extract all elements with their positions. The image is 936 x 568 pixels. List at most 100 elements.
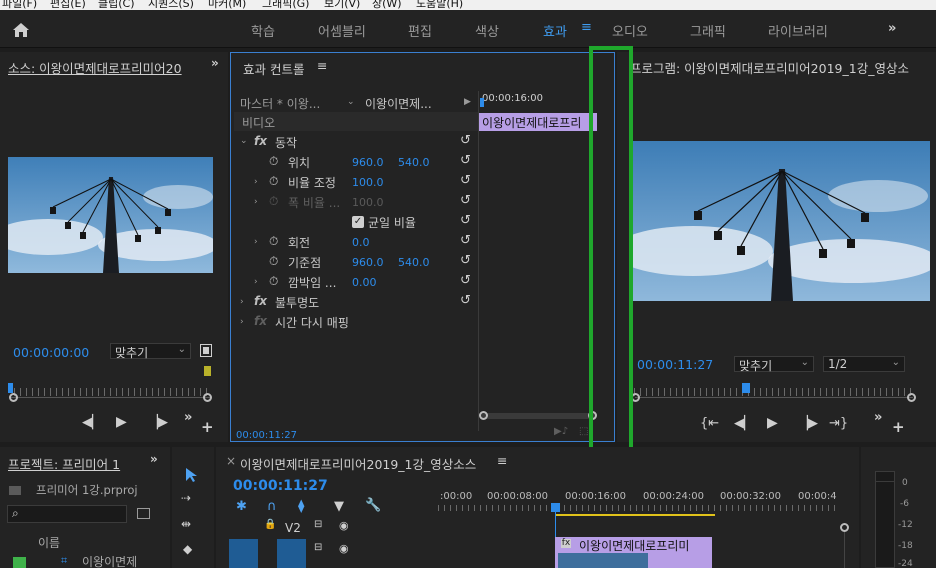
source-timecode[interactable]: 00:00:00:00 [13, 345, 89, 360]
menu-edit[interactable]: 편집(E) [50, 0, 86, 10]
effect-motion-row[interactable]: ⌄ fx 동작 ↺ [234, 132, 478, 151]
workspace-tab-libraries[interactable]: 라이브러리 [768, 21, 828, 40]
linked-selection-icon[interactable]: ⧫ [298, 499, 304, 514]
effect-scroll-start-handle[interactable] [479, 411, 488, 420]
workspace-tab-graphics[interactable]: 그래픽 [690, 21, 726, 40]
menu-help[interactable]: 도움말(H) [416, 0, 463, 10]
chevron-right-icon[interactable]: › [240, 297, 244, 307]
timeline-zoom-handle[interactable] [840, 523, 849, 532]
fx-icon[interactable]: fx [254, 294, 267, 308]
new-bin-icon[interactable] [137, 508, 150, 519]
add-button-icon[interactable]: + [201, 418, 214, 436]
home-icon[interactable] [12, 22, 30, 38]
play-clip-icon[interactable]: ▶ [464, 97, 471, 107]
workspace-tab-color[interactable]: 색상 [475, 21, 499, 40]
reset-icon[interactable]: ↺ [460, 153, 471, 168]
stopwatch-icon[interactable]: ⏱ [269, 174, 278, 189]
eye-icon[interactable]: ◉ [339, 519, 349, 532]
program-monitor-title[interactable]: 프로그램: 이왕이면제대로프리미어2019_1강_영상소 [630, 58, 930, 77]
timeline-title[interactable]: 이왕이면제대로프리미어2019_1강_영상소스 [240, 454, 476, 473]
scale-value[interactable]: 100.0 [352, 176, 384, 189]
filter-icon[interactable]: ▶♪ [554, 426, 568, 437]
reset-icon[interactable]: ↺ [460, 133, 471, 148]
menu-graphics[interactable]: 그래픽(G) [262, 0, 309, 10]
effect-opacity-row[interactable]: › fx 불투명도 ↺ [234, 292, 478, 311]
snap-icon[interactable]: ✱ [236, 499, 247, 514]
flicker-value[interactable]: 0.00 [352, 276, 377, 289]
timeline-timecode[interactable]: 00:00:11:27 [233, 478, 328, 494]
reset-icon[interactable]: ↺ [460, 173, 471, 188]
source-playhead[interactable] [8, 383, 13, 393]
sync-lock-icon[interactable]: ⊟ [314, 542, 322, 553]
program-time-ruler[interactable] [634, 388, 912, 396]
sync-lock-icon[interactable]: ⊟ [314, 519, 322, 530]
source-monitor-title[interactable]: 소스: 이왕이면제대로프리미어20 [8, 58, 190, 77]
reset-icon[interactable]: ↺ [460, 233, 471, 248]
menu-sequence[interactable]: 시퀀스(S) [148, 0, 194, 10]
selection-tool-icon[interactable] [184, 467, 198, 483]
chevron-down-icon[interactable]: ⌄ [240, 136, 248, 146]
chevron-down-icon[interactable]: ⌄ [347, 97, 355, 107]
workspace-tab-edit[interactable]: 편집 [408, 21, 432, 40]
label-color-swatch[interactable] [13, 557, 26, 568]
project-more-button[interactable]: » [150, 452, 158, 466]
clip-selector[interactable]: 이왕이면제... [365, 95, 432, 112]
rotation-value[interactable]: 0.0 [352, 236, 370, 249]
position-x-value[interactable]: 960.0 [352, 156, 384, 169]
anchor-y-value[interactable]: 540.0 [398, 256, 430, 269]
menu-file[interactable]: 파일(F) [2, 0, 37, 10]
timeline-menu-icon[interactable]: ≡ [497, 453, 507, 468]
project-item-name[interactable]: 이왕이면제 [82, 553, 137, 568]
source-more-controls-icon[interactable]: » [184, 410, 192, 425]
chevron-right-icon[interactable]: › [254, 237, 258, 247]
export-icon[interactable]: ⬚ [579, 426, 588, 437]
step-back-icon[interactable]: ◀▏ [82, 415, 102, 430]
anchor-x-value[interactable]: 960.0 [352, 256, 384, 269]
workspace-tab-audio[interactable]: 오디오 [612, 21, 648, 40]
track-select-tool-icon[interactable]: ⇢ [181, 491, 191, 505]
menu-clip[interactable]: 클립(C) [98, 0, 135, 10]
hamburger-icon[interactable]: ≡ [581, 20, 592, 35]
reset-icon[interactable]: ↺ [460, 193, 471, 208]
program-timecode[interactable]: 00:00:11:27 [637, 357, 713, 372]
workspace-more-button[interactable]: » [888, 21, 896, 36]
source-fit-dropdown[interactable]: 맞추기 ⌄ [110, 343, 191, 360]
chevron-right-icon[interactable]: › [240, 317, 244, 327]
effect-controls-footer-time[interactable]: 00:00:11:27 [236, 430, 297, 441]
reset-icon[interactable]: ↺ [460, 273, 471, 288]
go-to-out-icon[interactable]: ⇥} [829, 416, 848, 431]
master-clip-label[interactable]: 마스터 * 이왕... [240, 95, 320, 112]
ripple-edit-tool-icon[interactable]: ⇹ [181, 517, 191, 531]
eye-icon[interactable]: ◉ [339, 542, 349, 555]
chevron-right-icon[interactable]: › [254, 177, 258, 187]
timeline-clip[interactable]: fx 이왕이면제대로프리미 [555, 537, 712, 568]
stopwatch-icon[interactable]: ⏱ [269, 154, 278, 169]
source-more-button[interactable]: » [211, 56, 219, 70]
stopwatch-icon[interactable]: ⏱ [269, 274, 278, 289]
export-frame-icon[interactable] [200, 344, 212, 357]
program-scroll-end-handle[interactable] [907, 393, 916, 402]
lock-icon[interactable]: 🔒 [264, 519, 276, 530]
stopwatch-icon[interactable]: ⏱ [269, 234, 278, 249]
menu-window[interactable]: 창(W) [372, 0, 402, 10]
magnet-icon[interactable]: ∩ [267, 499, 277, 514]
program-resolution-dropdown[interactable]: 1/2 ⌄ [823, 356, 905, 372]
add-button-icon[interactable]: + [892, 418, 905, 436]
source-scroll-start-handle[interactable] [9, 393, 18, 402]
marker-icon[interactable] [204, 366, 211, 376]
razor-tool-icon[interactable]: ◆ [183, 542, 192, 556]
go-to-in-icon[interactable]: {⇤ [700, 416, 719, 431]
effect-controls-title[interactable]: 효과 컨트롤 [243, 59, 304, 78]
effect-time-remap-row[interactable]: › fx 시간 다시 매핑 [234, 312, 478, 331]
uniform-scale-checkbox[interactable]: ✓ [352, 216, 364, 228]
stopwatch-icon[interactable]: ⏱ [269, 254, 278, 269]
source-time-ruler[interactable] [14, 388, 210, 396]
effect-controls-menu-icon[interactable]: ≡ [317, 58, 327, 73]
source-scroll-end-handle[interactable] [203, 393, 212, 402]
program-fit-dropdown[interactable]: 맞추기 ⌄ [734, 356, 814, 373]
effect-timeline-scrollbar[interactable] [481, 413, 596, 419]
chevron-right-icon[interactable]: › [254, 277, 258, 287]
play-icon[interactable]: ▶ [767, 415, 778, 431]
reset-icon[interactable]: ↺ [460, 213, 471, 228]
workspace-tab-assembly[interactable]: 어셈블리 [318, 21, 366, 40]
